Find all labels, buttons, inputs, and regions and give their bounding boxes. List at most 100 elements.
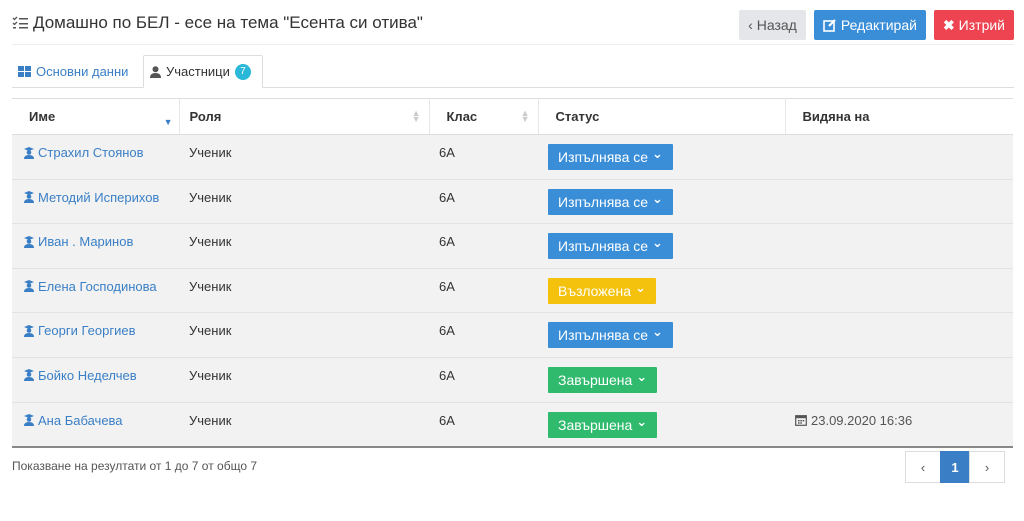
student-link[interactable]: Георги Георгиев — [23, 323, 179, 338]
status-dropdown[interactable]: Изпълнява се ⌄ — [548, 144, 673, 170]
back-button[interactable]: ‹ Назад — [739, 10, 806, 40]
cell-status: Възложена ⌄ — [538, 268, 785, 314]
student-icon — [24, 146, 34, 159]
cell-status: Завършена ⌄ — [538, 402, 785, 448]
seen-date: 23.09.2020 16:36 — [795, 413, 1013, 428]
student-link[interactable]: Страхил Стоянов — [23, 145, 179, 160]
status-label: Изпълнява се — [558, 149, 649, 165]
status-dropdown[interactable]: Изпълнява се ⌄ — [548, 188, 673, 215]
student-name: Елена Господинова — [38, 278, 157, 294]
student-link[interactable]: Бойко Неделчев — [23, 368, 179, 383]
cell-status: Изпълнява се ⌄ — [538, 223, 785, 269]
student-name: Бойко Неделчев — [38, 367, 137, 383]
task-list-icon — [12, 16, 28, 29]
calendar-icon — [795, 415, 807, 426]
cell-name: Методий Исперихов — [12, 179, 179, 225]
cell-status: Изпълнява се ⌄ — [538, 134, 785, 180]
cell-class: 6А — [429, 179, 538, 225]
table-row: Иван . Маринов Ученик 6А Изпълнява се ⌄ — [12, 223, 1013, 269]
cell-seen — [785, 134, 1013, 180]
page-title: Домашно по БЕЛ - есе на тема "Есента си … — [12, 13, 423, 33]
column-header-role[interactable]: Роля ▲ ▼ — [179, 98, 430, 135]
cell-name: Елена Господинова — [12, 268, 179, 314]
cell-class: 6А — [429, 312, 538, 358]
student-link[interactable]: Ана Бабачева — [23, 413, 179, 428]
cell-name: Георги Георгиев — [12, 312, 179, 358]
tab-participants[interactable]: Участници 7 — [143, 55, 263, 88]
student-icon — [24, 414, 34, 427]
results-info: Показване на резултати от 1 до 7 от общо… — [12, 459, 258, 473]
cell-name: Бойко Неделчев — [12, 357, 179, 403]
cell-class: 6А — [429, 134, 538, 180]
student-name: Страхил Стоянов — [38, 145, 144, 160]
cell-seen — [785, 179, 1013, 225]
cell-name: Страхил Стоянов — [12, 134, 179, 180]
tab-participants-label: Участници — [166, 64, 230, 79]
seen-date-text: 23.09.2020 16:36 — [811, 412, 913, 428]
table-row: Методий Исперихов Ученик 6А Изпълнява се… — [12, 179, 1013, 225]
cell-seen: 23.09.2020 16:36 — [785, 402, 1013, 448]
edit-button-label: Редактирай — [840, 17, 917, 33]
tab-basic-data[interactable]: Основни данни — [12, 55, 134, 88]
cell-role: Ученик — [179, 179, 429, 225]
status-dropdown[interactable]: Възложена ⌄ — [548, 277, 656, 304]
cell-role: Ученик — [179, 357, 429, 403]
column-header-status-label: Статус — [555, 109, 600, 124]
status-label: Изпълнява се — [558, 238, 649, 255]
status-dropdown[interactable]: Изпълнява се ⌄ — [548, 322, 673, 349]
user-icon — [150, 65, 161, 78]
column-header-name[interactable]: Име ▼ — [12, 98, 180, 135]
cell-class: 6А — [429, 357, 538, 403]
status-label: Изпълнява се — [558, 327, 649, 344]
page-title-text: Домашно по БЕЛ - есе на тема "Есента си … — [33, 13, 423, 32]
student-link[interactable]: Методий Исперихов — [23, 190, 179, 205]
status-dropdown[interactable]: Изпълнява се ⌄ — [548, 233, 673, 260]
table-row: Елена Господинова Ученик 6А Възложена ⌄ — [12, 268, 1013, 314]
edit-icon — [823, 19, 836, 32]
close-icon: ✖ — [942, 16, 955, 33]
header-actions: ‹ Назад Редактирай ✖ Изтрий — [739, 10, 1014, 40]
tab-basic-data-label: Основни данни — [36, 64, 129, 79]
cell-class: 6А — [429, 402, 538, 448]
chevron-down-icon: ⌄ — [652, 235, 663, 251]
delete-button-label: Изтрий — [958, 17, 1005, 33]
cell-role: Ученик — [179, 134, 429, 180]
cell-name: Иван . Маринов — [12, 223, 179, 269]
cell-seen — [785, 268, 1013, 314]
table-header-row: Име ▼ Роля ▲ ▼ Клас ▲ ▼ Статус Видяна на — [12, 98, 1013, 135]
cell-status: Завършена ⌄ — [538, 357, 785, 403]
prev-page-button[interactable]: ‹ — [905, 451, 941, 483]
student-icon — [24, 235, 34, 248]
table-row: Страхил Стоянов Ученик 6А Изпълнява се ⌄ — [12, 134, 1013, 180]
cell-name: Ана Бабачева — [12, 402, 179, 448]
status-label: Възложена — [558, 282, 631, 299]
cell-role: Ученик — [179, 312, 429, 358]
delete-button[interactable]: ✖ Изтрий — [933, 10, 1014, 40]
student-link[interactable]: Иван . Маринов — [23, 234, 179, 249]
column-header-class[interactable]: Клас ▲ ▼ — [429, 98, 539, 135]
table-row: Ана Бабачева Ученик 6А Завършена ⌄ 23.09… — [12, 402, 1013, 448]
cell-role: Ученик — [179, 268, 429, 314]
sort-icon: ▲ ▼ — [411, 108, 421, 124]
table-body: Страхил Стоянов Ученик 6А Изпълнява се ⌄… — [12, 134, 1013, 448]
column-header-class-label: Клас — [446, 109, 478, 124]
status-dropdown[interactable]: Завършена ⌄ — [548, 411, 658, 438]
student-link[interactable]: Елена Господинова — [23, 279, 179, 294]
column-header-name-label: Име — [29, 109, 56, 124]
cell-seen — [785, 223, 1013, 269]
cell-status: Изпълнява се ⌄ — [538, 312, 785, 358]
status-label: Изпълнява се — [558, 193, 649, 210]
status-label: Завършена — [558, 416, 633, 433]
chevron-left-icon: ‹ — [748, 17, 753, 33]
column-header-role-label: Роля — [189, 109, 222, 124]
tab-bar: Основни данни Участници 7 — [12, 55, 1014, 88]
page-button-1[interactable]: 1 — [940, 451, 970, 483]
pagination: ‹ 1 › — [905, 451, 1005, 483]
page-header: Домашно по БЕЛ - есе на тема "Есента си … — [12, 10, 1014, 42]
chevron-down-icon: ⌄ — [652, 190, 663, 206]
next-page-button[interactable]: › — [969, 451, 1005, 483]
status-dropdown[interactable]: Завършена ⌄ — [548, 366, 658, 393]
edit-button[interactable]: Редактирай — [813, 10, 926, 40]
student-name: Ана Бабачева — [38, 412, 123, 428]
chevron-down-icon: ⌄ — [652, 324, 663, 340]
